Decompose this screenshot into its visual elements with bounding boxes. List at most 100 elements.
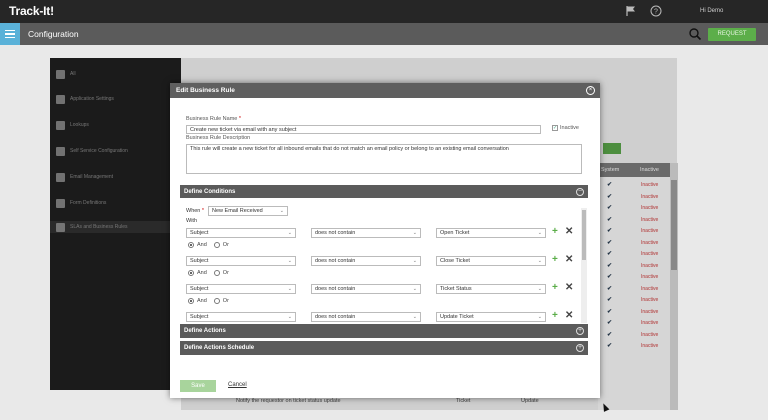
inactive-label: Inactive (560, 125, 579, 131)
define-actions-schedule-header[interactable]: Define Actions Schedule + (180, 341, 588, 355)
status-cell: Inactive (641, 343, 659, 349)
condition-value-select[interactable]: Update Ticket ⌄ (436, 312, 546, 322)
or-label: Or (222, 298, 229, 304)
inactive-checkbox-wrap[interactable]: ✓ Inactive (552, 125, 579, 131)
user-greeting[interactable]: Hi Demo (700, 8, 723, 14)
tools-icon (56, 146, 65, 156)
status-cell: Inactive (641, 239, 659, 246)
add-condition-icon[interactable]: + (552, 227, 558, 237)
nav-item-lookups[interactable]: Lookups (56, 119, 89, 131)
help-icon[interactable]: ? (650, 5, 662, 17)
check-icon: ✔ (607, 285, 613, 292)
background-add-button (603, 143, 621, 154)
define-actions-header[interactable]: Define Actions + (180, 324, 588, 338)
status-cell: Inactive (641, 228, 659, 234)
check-icon (56, 69, 65, 79)
check-icon: ✔ (607, 205, 613, 211)
condition-field-select[interactable]: Subject ⌄ (186, 228, 296, 238)
table-cell: Ticket (456, 398, 471, 404)
and-radio[interactable] (188, 270, 194, 276)
gear-icon (56, 94, 65, 104)
chevron-down-icon: ⌄ (412, 230, 417, 236)
condition-value-select[interactable]: Open Ticket ⌄ (436, 228, 546, 238)
or-radio[interactable] (213, 242, 220, 248)
nav-item-email[interactable]: Email Management (56, 171, 113, 183)
condition-value-select[interactable]: Close Ticket ⌄ (436, 256, 546, 266)
condition-operator-select[interactable]: does not contain ⌄ (311, 284, 421, 294)
add-condition-icon[interactable]: + (552, 283, 558, 293)
chevron-down-icon: ⌄ (537, 314, 542, 320)
wrench-icon (56, 198, 65, 208)
section-title: Define Actions (184, 328, 226, 334)
or-radio[interactable] (213, 270, 220, 276)
rule-name-input[interactable]: Create new ticket via email with any sub… (186, 125, 541, 134)
status-cell: Inactive (641, 285, 659, 292)
check-icon: ✔ (607, 182, 613, 188)
nav-item-slas[interactable]: SLAs and Business Rules (50, 221, 181, 233)
table-icon (56, 120, 65, 130)
add-condition-icon[interactable]: + (552, 311, 558, 321)
remove-condition-icon[interactable]: ✕ (565, 227, 573, 237)
nav-item-all[interactable]: All (56, 68, 76, 80)
request-button[interactable]: REQUEST (708, 28, 756, 41)
and-radio[interactable] (188, 298, 194, 304)
inactive-checkbox[interactable]: ✓ (552, 125, 558, 131)
check-icon: ✔ (607, 297, 613, 303)
save-button[interactable]: Save (180, 380, 216, 392)
conditions-scrollbar-thumb[interactable] (582, 210, 586, 260)
expand-icon[interactable]: + (576, 327, 584, 335)
with-label: With (186, 218, 197, 224)
check-icon: ✔ (607, 193, 613, 200)
status-cell: Inactive (641, 274, 659, 280)
or-radio[interactable] (213, 298, 220, 304)
search-icon[interactable] (688, 27, 702, 41)
check-icon: ✔ (607, 251, 613, 257)
nav-item-self-service[interactable]: Self Service Configuration (56, 145, 128, 157)
status-cell: Inactive (641, 182, 659, 188)
remove-condition-icon[interactable]: ✕ (565, 255, 573, 265)
chevron-down-icon: ⌄ (412, 314, 417, 320)
condition-operator-select[interactable]: does not contain ⌄ (311, 256, 421, 266)
condition-value-select[interactable]: Ticket Status ⌄ (436, 284, 546, 294)
condition-operator-select[interactable]: does not contain ⌄ (311, 228, 421, 238)
header-bar: Configuration REQUEST (0, 23, 768, 45)
cancel-link[interactable]: Cancel (228, 382, 247, 388)
when-label: When * (186, 208, 205, 214)
condition-field-select[interactable]: Subject ⌄ (186, 312, 296, 322)
condition-operator-select[interactable]: does not contain ⌄ (311, 312, 421, 322)
description-label: Business Rule Description (186, 135, 251, 141)
check-icon: ✔ (607, 274, 613, 280)
email-icon (56, 172, 65, 182)
nav-item-app-settings[interactable]: Application Settings (56, 93, 114, 105)
table-cell: Notify the requestor on ticket status up… (236, 398, 341, 404)
chevron-down-icon: ⌄ (412, 286, 417, 292)
chevron-down-icon: ⌄ (287, 286, 292, 292)
status-cell: Inactive (641, 297, 659, 303)
status-cell: Inactive (641, 320, 659, 326)
and-radio[interactable] (188, 242, 194, 248)
status-cell: Inactive (641, 205, 659, 211)
top-bar: Track-It! ? Hi Demo (0, 0, 768, 23)
check-icon: ✔ (607, 262, 613, 269)
when-select[interactable]: New Email Received ⌄ (208, 206, 288, 216)
remove-condition-icon[interactable]: ✕ (565, 283, 573, 293)
app-logo: Track-It! (9, 4, 54, 18)
rule-description-textarea[interactable]: This rule will create a new ticket for a… (186, 144, 582, 174)
add-condition-icon[interactable]: + (552, 255, 558, 265)
condition-field-select[interactable]: Subject ⌄ (186, 284, 296, 294)
menu-button[interactable] (0, 23, 20, 45)
nav-item-forms[interactable]: Form Definitions (56, 197, 106, 209)
define-conditions-header[interactable]: Define Conditions − (180, 185, 588, 199)
chevron-down-icon: ⌄ (537, 230, 542, 236)
or-label: Or (222, 270, 229, 276)
dialog-header: Edit Business Rule × (170, 83, 600, 98)
flag-icon[interactable] (625, 5, 637, 17)
expand-icon[interactable]: + (576, 344, 584, 352)
remove-condition-icon[interactable]: ✕ (565, 311, 573, 321)
chevron-down-icon: ⌄ (287, 258, 292, 264)
check-icon: ✔ (607, 320, 613, 326)
close-icon[interactable]: × (586, 86, 595, 95)
status-cell: Inactive (641, 251, 659, 257)
condition-field-select[interactable]: Subject ⌄ (186, 256, 296, 266)
collapse-icon[interactable]: − (576, 188, 584, 196)
